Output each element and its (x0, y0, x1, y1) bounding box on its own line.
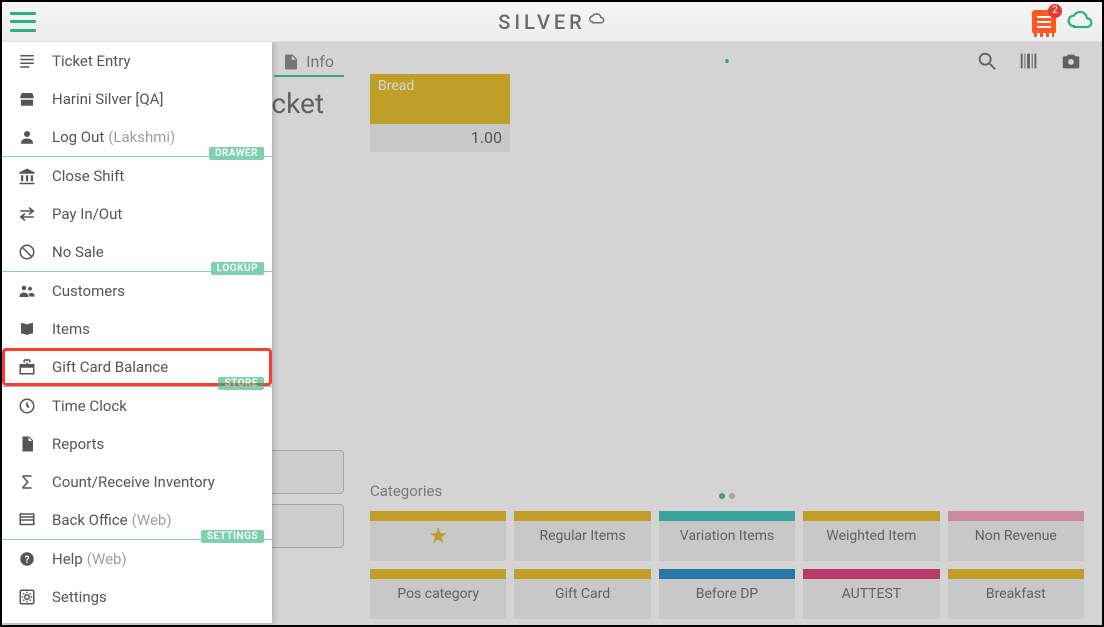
category-label: Variation Items (680, 528, 774, 544)
category-tile[interactable]: AUTTEST (803, 569, 939, 619)
menu-settings[interactable]: Settings (2, 578, 272, 616)
category-label: Breakfast (986, 586, 1046, 602)
tile-price: 1.00 (370, 124, 510, 152)
category-label: Non Revenue (975, 528, 1057, 544)
search-icon[interactable] (976, 50, 998, 76)
receipt-icon[interactable]: 2 (1032, 10, 1056, 34)
category-tile[interactable]: Breakfast (948, 569, 1084, 619)
sidebar-menu: Ticket Entry Harini Silver [QA] Log Out(… (2, 42, 272, 623)
menu-close-shift[interactable]: Close Shift (2, 157, 272, 195)
category-tile[interactable]: Regular Items (514, 511, 650, 561)
menu-customers[interactable]: Customers (2, 272, 272, 310)
category-tile[interactable]: Variation Items (659, 511, 795, 561)
camera-icon[interactable] (1060, 50, 1082, 76)
menu-time-clock[interactable]: Time Clock (2, 387, 272, 425)
right-pane: • Bread 1.00 Categories ★Regular ItemsVa… (362, 42, 1102, 625)
svg-text:?: ? (25, 555, 30, 566)
notification-badge: 2 (1048, 4, 1062, 18)
sigma-icon (16, 473, 38, 491)
category-label: Before DP (696, 586, 759, 602)
category-tile[interactable]: Non Revenue (948, 511, 1084, 561)
category-tile[interactable]: ★ (370, 511, 506, 561)
barcode-icon[interactable] (1018, 50, 1040, 76)
category-tile[interactable]: Weighted Item (803, 511, 939, 561)
tile-name: Bread (370, 74, 510, 124)
brand-cloud-icon (588, 6, 606, 30)
bank-icon (16, 167, 38, 185)
person-icon (16, 128, 38, 146)
category-tile[interactable]: Before DP (659, 569, 795, 619)
category-label: Weighted Item (826, 528, 916, 544)
menu-toggle-icon[interactable] (10, 12, 36, 32)
document-icon (16, 435, 38, 453)
menu-help[interactable]: ? Help(Web) (2, 540, 272, 578)
category-tile[interactable]: Pos category (370, 569, 506, 619)
gift-icon (16, 358, 38, 376)
categories-pager (370, 484, 1084, 503)
categories-grid: ★ Regular Items Variation Items Weighted It… (370, 511, 1084, 619)
category-label: Regular Items (540, 528, 626, 544)
product-tile-bread[interactable]: Bread 1.00 (370, 74, 510, 152)
brand-logo: SILVER (498, 10, 606, 34)
star-icon: ★ (428, 524, 448, 549)
menu-items[interactable]: Items (2, 310, 272, 348)
sync-cloud-icon[interactable] (1066, 9, 1094, 35)
store-icon (16, 90, 38, 108)
menu-pay-in-out[interactable]: Pay In/Out (2, 195, 272, 233)
book-icon (16, 320, 38, 338)
menu-ticket-entry[interactable]: Ticket Entry (2, 42, 272, 80)
transfer-icon (16, 205, 38, 223)
topbar: SILVER 2 (2, 2, 1102, 42)
list-icon (16, 52, 38, 70)
category-label: Pos category (397, 586, 479, 602)
category-label: AUTTEST (842, 586, 902, 602)
menu-reports[interactable]: Reports (2, 425, 272, 463)
gear-icon (16, 588, 38, 606)
prohibit-icon (16, 243, 38, 261)
people-icon (16, 282, 38, 300)
web-icon (16, 511, 38, 529)
menu-count-receive[interactable]: Count/Receive Inventory (2, 463, 272, 501)
help-icon: ? (16, 550, 38, 568)
category-label: Gift Card (555, 586, 610, 602)
category-tile[interactable]: Gift Card (514, 569, 650, 619)
menu-store-name[interactable]: Harini Silver [QA] (2, 80, 272, 118)
clock-icon (16, 397, 38, 415)
